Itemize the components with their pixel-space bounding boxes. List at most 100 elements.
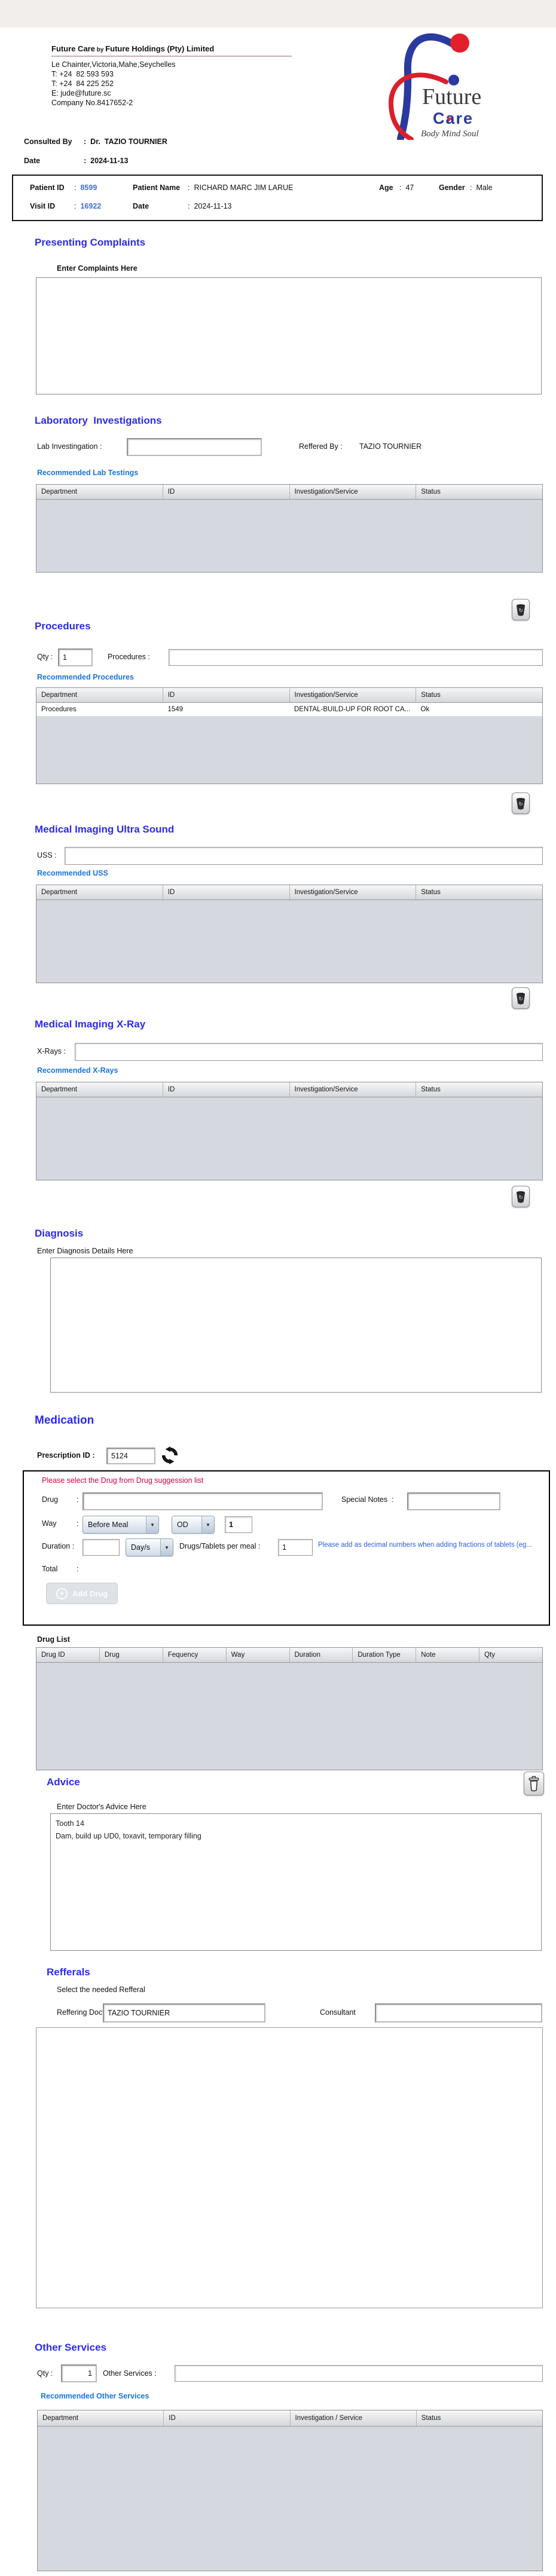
os-table-body[interactable] — [38, 2427, 542, 2572]
advice-textarea[interactable]: Tooth 14 Dam, build up UD0, toxavit, tem… — [50, 1813, 542, 1951]
xray-input[interactable] — [75, 1043, 543, 1061]
patient-id-label: Patient ID — [30, 183, 65, 192]
svg-text:♥: ♥ — [447, 114, 451, 124]
uss-input[interactable] — [65, 847, 543, 865]
company-phone-2: T: +24 84 225 252 — [51, 79, 114, 88]
duration-unit-dropdown[interactable]: Day/s ▼ — [126, 1538, 173, 1556]
visit-id-label: Visit ID — [30, 202, 56, 210]
referrals-subtitle: Select the needed Refferal — [57, 1985, 145, 1994]
lab-recommended-link: Recommended Lab Testings — [37, 469, 139, 477]
column-header: Drug — [100, 1648, 163, 1662]
gender-label: Gender — [439, 183, 465, 192]
xray-clear-button[interactable]: ↻ — [512, 1186, 530, 1207]
procedures-recommended-link: Recommended Procedures — [37, 673, 134, 681]
column-header: Drug ID — [36, 1648, 100, 1662]
consultant-input[interactable] — [375, 2003, 542, 2023]
way-qty-input[interactable] — [225, 1516, 252, 1533]
column-header: Status — [421, 1086, 441, 1093]
column-header: Status — [421, 488, 441, 495]
drug-list-table-body[interactable] — [36, 1663, 542, 1771]
xray-table-header: Department ID Investigation/Service Stat… — [36, 1082, 542, 1097]
drug-list-table: Drug ID Drug Fequency Way Duration Durat… — [36, 1647, 543, 1770]
procedures-clear-button[interactable]: ↻ — [512, 793, 530, 814]
way-frequency-value: OD — [177, 1520, 188, 1529]
column-header: ID — [163, 688, 290, 702]
procedures-table-body[interactable] — [36, 717, 542, 785]
referrals-listbox[interactable] — [36, 2027, 543, 2308]
visit-date-value: 2024-11-13 — [194, 202, 232, 210]
special-notes-label: Special Notes : — [341, 1495, 394, 1504]
column-header: ID — [163, 1082, 290, 1097]
drug-input[interactable] — [83, 1492, 323, 1510]
procedures-table-header: Department ID Investigation/Service Stat… — [36, 688, 542, 703]
company-name-underline — [51, 56, 292, 57]
lab-clear-button[interactable]: ↻ — [512, 599, 530, 620]
uss-clear-button[interactable]: ↻ — [512, 987, 530, 1009]
company-name-by: by — [94, 47, 106, 53]
cell-service: DENTAL-BUILD-UP FOR ROOT CA... — [294, 706, 411, 713]
complaints-title: Presenting Complaints — [35, 237, 146, 248]
prescription-refresh-button[interactable] — [160, 1446, 179, 1466]
column-header: Status — [421, 2415, 441, 2422]
column-header: Department — [36, 688, 163, 702]
svg-text:↻: ↻ — [519, 607, 523, 613]
consultation-page: Future Care by Future Holdings (Pty) Lim… — [0, 0, 556, 2576]
table-row[interactable]: Procedures 1549 DENTAL-BUILD-UP FOR ROOT… — [36, 703, 542, 717]
add-drug-panel: Please select the Drug from Drug suggess… — [23, 1470, 550, 1626]
company-name: Future Care by Future Holdings (Pty) Lim… — [51, 44, 214, 53]
total-label: Total — [42, 1565, 58, 1573]
uss-table-body[interactable] — [36, 900, 542, 984]
lab-table-body[interactable] — [36, 500, 542, 573]
visit-id-value: 16922 — [80, 202, 102, 210]
os-table: Department ID Investigation / Service St… — [37, 2410, 543, 2571]
add-drug-label: Add Drug — [72, 1589, 108, 1598]
advice-label: Enter Doctor's Advice Here — [57, 1803, 146, 1811]
procedures-qty-input[interactable] — [58, 648, 93, 666]
advice-clear-button[interactable] — [524, 1772, 544, 1795]
uss-input-label: USS : — [37, 851, 57, 859]
column-header: Way — [227, 1648, 290, 1662]
diagnosis-title: Diagnosis — [35, 1228, 84, 1239]
uss-recommended-link: Recommended USS — [37, 869, 108, 877]
referring-doctor-input[interactable] — [103, 2003, 265, 2023]
plus-circle-icon: + — [56, 1587, 68, 1599]
way-meal-dropdown[interactable]: Before Meal ▼ — [83, 1516, 159, 1534]
refresh-icon — [161, 1446, 178, 1464]
diagnosis-textarea[interactable] — [50, 1258, 542, 1393]
patient-id-value: 8599 — [80, 183, 97, 192]
complaints-label: Enter Complaints Here — [57, 264, 138, 273]
advice-title: Advice — [47, 1776, 80, 1788]
column-header: Note — [416, 1648, 480, 1662]
duration-input[interactable] — [83, 1539, 120, 1556]
uss-table-header: Department ID Investigation/Service Stat… — [36, 885, 542, 900]
column-header: Department — [36, 485, 163, 499]
os-input-label: Other Services : — [103, 2369, 157, 2378]
svg-text:Care: Care — [433, 109, 473, 127]
company-email: E: jude@future.sc — [51, 89, 111, 97]
prescription-id-input[interactable] — [106, 1448, 155, 1464]
age-value: 47 — [405, 183, 414, 192]
os-input[interactable] — [175, 2365, 543, 2382]
way-frequency-dropdown[interactable]: OD ▼ — [172, 1516, 215, 1534]
add-drug-button[interactable]: + Add Drug — [46, 1583, 118, 1604]
xray-table: Department ID Investigation/Service Stat… — [36, 1082, 543, 1180]
procedures-input[interactable] — [169, 649, 543, 666]
patient-name-value: RICHARD MARC JIM LARUE — [194, 183, 294, 192]
column-header: Status — [421, 889, 441, 896]
os-qty-input[interactable] — [61, 2364, 97, 2382]
date-line: Date:2024-11-13 — [24, 157, 129, 165]
column-header: ID — [163, 485, 290, 499]
special-notes-input[interactable] — [407, 1492, 500, 1510]
company-address: Le Chainter,Victoria,Mahe,Seychelles — [51, 60, 176, 69]
patient-info-box: Patient ID:8599 Patient Name: RICHARD MAR… — [12, 175, 543, 221]
date-label: Date — [24, 157, 41, 165]
per-meal-input[interactable] — [278, 1539, 313, 1556]
column-header: Status — [421, 692, 441, 699]
consultant-label: Consultant — [320, 2008, 356, 2017]
complaints-textarea[interactable] — [36, 277, 542, 394]
consulted-by-line: Consulted By: Dr. TAZIO TOURNIER — [24, 137, 167, 146]
referrals-title: Refferals — [47, 1966, 90, 1978]
cell-id: 1549 — [167, 706, 184, 713]
lab-investigation-input[interactable] — [127, 438, 262, 456]
xray-table-body[interactable] — [36, 1097, 542, 1181]
